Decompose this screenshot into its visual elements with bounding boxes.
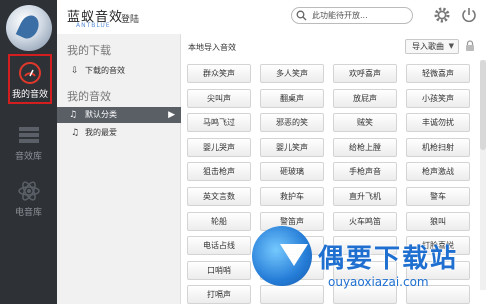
- effect-button[interactable]: 欢呼喜声: [333, 64, 397, 83]
- effect-button[interactable]: 手枪声音: [333, 162, 397, 182]
- power-icon[interactable]: [460, 6, 478, 24]
- effect-button[interactable]: 小孩笑声: [406, 88, 470, 108]
- effect-button[interactable]: 婴儿笑声: [260, 137, 324, 157]
- effect-button[interactable]: 马鸣飞过: [187, 113, 251, 133]
- middle-panel: 我的下载 ⇩ 下载的音效 我的音效 ♫ 默认分类 ▶ ♫ 我的最爱: [57, 34, 181, 304]
- watermark-logo: [252, 226, 312, 286]
- downloaded-effects-item[interactable]: ⇩ 下载的音效: [67, 63, 181, 79]
- music-note-icon: ♫: [69, 110, 78, 120]
- atom-icon: [17, 181, 40, 201]
- music-note-icon: ♫: [71, 128, 80, 138]
- item-label: 我的最爱: [85, 128, 117, 137]
- effect-button[interactable]: 群众笑声: [187, 64, 251, 83]
- nav-effects-library[interactable]: 音效库: [0, 120, 57, 172]
- nav-label: 电音库: [14, 208, 42, 218]
- search-icon: [296, 10, 307, 21]
- arrow-right-icon: ▶: [168, 110, 175, 120]
- login-link[interactable]: 登陆: [121, 12, 139, 25]
- gear-icon[interactable]: [433, 6, 451, 24]
- effect-button[interactable]: 直升飞机: [333, 187, 397, 206]
- effect-button[interactable]: 给枪上膛: [333, 137, 397, 157]
- lock-icon[interactable]: [465, 40, 475, 52]
- bars-icon: [18, 127, 39, 143]
- effects-title: 我的音效: [67, 90, 111, 103]
- effect-button[interactable]: 机枪扫射: [406, 137, 470, 157]
- gauge-icon: [19, 62, 41, 84]
- nav-label: 音效库: [14, 152, 42, 162]
- search-box[interactable]: 此功能待开放...: [291, 7, 413, 24]
- import-label: 导入歌曲: [412, 42, 444, 51]
- import-songs-button[interactable]: 导入歌曲 ▼: [405, 39, 459, 54]
- nav-electronic-library[interactable]: 电音库: [0, 176, 57, 228]
- effect-button[interactable]: 轻微喜声: [406, 64, 470, 83]
- effect-button[interactable]: 婴儿哭声: [187, 137, 251, 157]
- content-title: 本地导入音效: [188, 43, 236, 52]
- effect-button[interactable]: 贼笑: [333, 113, 397, 133]
- effect-button[interactable]: 警车: [406, 187, 470, 206]
- nav-label: 我的音效: [11, 90, 48, 100]
- watermark: 偶要下载站 ouyaoxiazai.com: [240, 220, 489, 304]
- effect-button[interactable]: 邪恶的笑: [260, 113, 324, 133]
- effect-button[interactable]: 狙击枪声: [187, 162, 251, 182]
- effect-button[interactable]: 丰诚勿扰: [406, 113, 470, 133]
- watermark-text: 偶要下载站: [318, 244, 459, 274]
- item-label: 下载的音效: [85, 66, 125, 75]
- search-input[interactable]: 此功能待开放...: [312, 10, 368, 21]
- nav-my-effects[interactable]: 我的音效: [8, 54, 52, 104]
- download-icon: ⇩: [71, 66, 79, 76]
- watermark-url: ouyaoxiazai.com: [328, 275, 429, 289]
- app-subtitle: ANTBLUE: [76, 22, 111, 29]
- header: 蓝蚁音效 ANTBLUE 登陆 此功能待开放...: [57, 0, 489, 34]
- left-sidebar: 我的音效 音效库 电音库: [0, 0, 57, 304]
- category-default[interactable]: ♫ 默认分类 ▶: [57, 107, 181, 123]
- category-favorites[interactable]: ♫ 我的最爱: [67, 125, 181, 141]
- effect-button[interactable]: 翻桌声: [260, 88, 324, 108]
- effect-button[interactable]: 尖叫声: [187, 88, 251, 108]
- effect-button[interactable]: 多人笑声: [260, 64, 324, 83]
- downloads-title: 我的下载: [67, 44, 111, 57]
- effect-button[interactable]: 救护车: [260, 187, 324, 206]
- item-label: 默认分类: [85, 110, 117, 119]
- app-logo: [6, 5, 52, 51]
- scrollbar-thumb[interactable]: [480, 60, 486, 150]
- chevron-down-icon: ▼: [448, 42, 454, 50]
- effect-button[interactable]: 枪声激战: [406, 162, 470, 182]
- effect-button[interactable]: 放屁声: [333, 88, 397, 108]
- effect-button[interactable]: 英文言数: [187, 187, 251, 206]
- effect-button[interactable]: 砸玻璃: [260, 162, 324, 182]
